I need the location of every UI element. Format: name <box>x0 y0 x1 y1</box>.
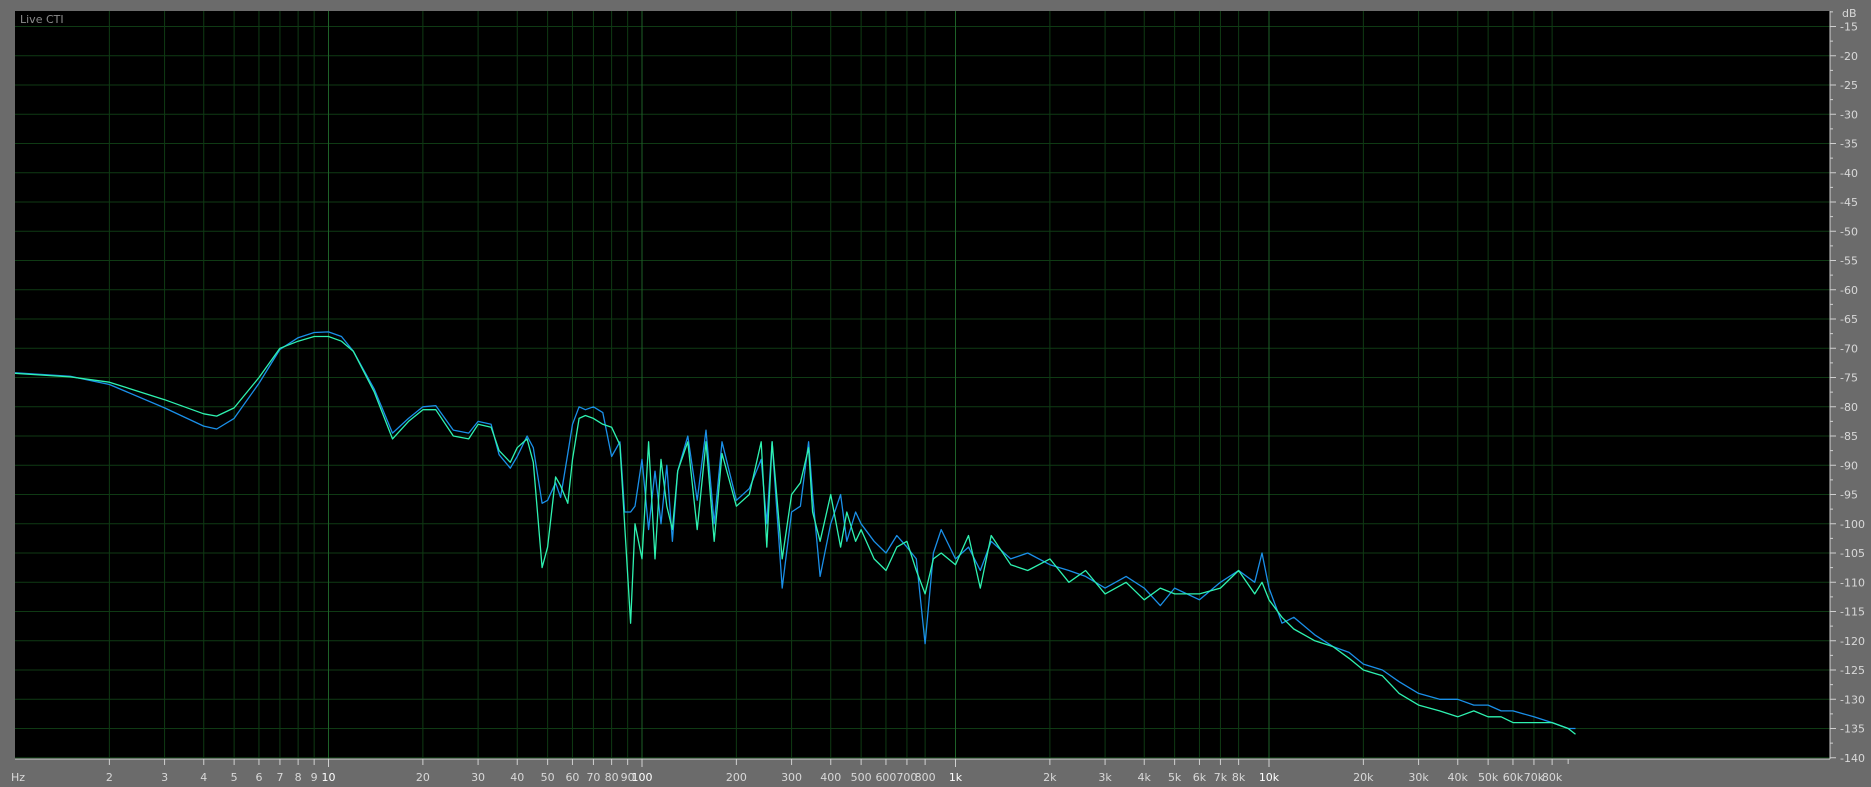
x-tick-label: 200 <box>726 771 747 784</box>
x-tick-label: 70 <box>586 771 600 784</box>
x-tick-label: 50k <box>1478 771 1499 784</box>
y-tick-label: -100 <box>1840 518 1865 531</box>
x-tick-label: 10 <box>322 771 336 784</box>
x-tick-label: 30k <box>1408 771 1429 784</box>
y-unit-label: dB <box>1842 7 1857 20</box>
x-tick-label: 4 <box>200 771 207 784</box>
y-tick-label: -80 <box>1840 401 1858 414</box>
y-tick-label: -135 <box>1840 723 1865 736</box>
x-tick-label: 500 <box>851 771 872 784</box>
y-tick-label: -15 <box>1840 21 1858 34</box>
x-tick-label: 9 <box>311 771 318 784</box>
x-tick-label: 60k <box>1503 771 1524 784</box>
x-tick-label: 30 <box>471 771 485 784</box>
mode-label: Live CTI <box>20 13 64 26</box>
y-tick-label: -60 <box>1840 284 1858 297</box>
x-tick-label: 800 <box>915 771 936 784</box>
x-tick-label: 60 <box>565 771 579 784</box>
y-tick-label: -45 <box>1840 196 1858 209</box>
x-tick-label: 80 <box>605 771 619 784</box>
x-tick-label: 20 <box>416 771 430 784</box>
x-unit-label: Hz <box>11 771 25 784</box>
x-tick-label: 10k <box>1259 771 1280 784</box>
y-tick-label: -85 <box>1840 430 1858 443</box>
x-tick-label: 4k <box>1138 771 1152 784</box>
plot-background <box>15 11 1830 759</box>
y-tick-label: -75 <box>1840 372 1858 385</box>
y-tick-label: -70 <box>1840 342 1858 355</box>
y-tick-label: -40 <box>1840 167 1858 180</box>
x-tick-label: 5 <box>231 771 238 784</box>
y-tick-label: -35 <box>1840 138 1858 151</box>
spectrum-analyzer-frame: 2 3 4 5 6 7 8 9 10 20 30 40 50 60 70 80 90 100 200 300 400 50… <box>0 0 1871 787</box>
x-tick-label: 5k <box>1168 771 1182 784</box>
x-tick-label: 80k <box>1542 771 1563 784</box>
y-tick-label: -20 <box>1840 50 1858 63</box>
x-axis-ticks: 2 3 4 5 6 7 8 9 10 20 30 40 50 60 70 80 90100 200 300 400 50… <box>106 759 1569 784</box>
x-tick-label: 300 <box>781 771 802 784</box>
x-tick-label: 3 <box>161 771 168 784</box>
y-tick-label: -25 <box>1840 79 1858 92</box>
y-tick-label: -65 <box>1840 313 1858 326</box>
x-tick-label: 8 <box>295 771 302 784</box>
y-tick-label: -30 <box>1840 108 1858 121</box>
y-tick-label: -95 <box>1840 489 1858 502</box>
x-tick-label: 6 <box>255 771 262 784</box>
x-tick-label: 600 <box>875 771 896 784</box>
x-tick-label: 40 <box>510 771 524 784</box>
x-tick-label: 6k <box>1193 771 1207 784</box>
x-tick-label: 7k <box>1214 771 1228 784</box>
y-tick-label: -120 <box>1840 635 1865 648</box>
x-tick-label: 7 <box>276 771 283 784</box>
spectrum-chart: 2 3 4 5 6 7 8 9 10 20 30 40 50 60 70 80 90100 200 300 400 50… <box>11 7 1865 784</box>
y-tick-label: -140 <box>1840 752 1865 765</box>
x-tick-label: 2 <box>106 771 113 784</box>
x-tick-label: 8k <box>1232 771 1246 784</box>
y-tick-label: -90 <box>1840 459 1858 472</box>
x-tick-label: 20k <box>1353 771 1374 784</box>
y-tick-label: -55 <box>1840 255 1858 268</box>
x-tick-label: 40k <box>1448 771 1469 784</box>
x-tick-label: 2k <box>1043 771 1057 784</box>
y-tick-label: -50 <box>1840 225 1858 238</box>
y-axis-ticks: -15 -20 -25 -30 -35 -40 -45 -50 -55 -60 -65 -70 -75 -… <box>1830 11 1865 765</box>
y-tick-label: -110 <box>1840 576 1865 589</box>
y-tick-label: -130 <box>1840 693 1865 706</box>
x-tick-label: 100 <box>632 771 653 784</box>
y-tick-label: -115 <box>1840 606 1865 619</box>
x-tick-label: 400 <box>820 771 841 784</box>
x-tick-label: 50 <box>541 771 555 784</box>
y-tick-label: -105 <box>1840 547 1865 560</box>
x-tick-label: 3k <box>1098 771 1112 784</box>
x-tick-label: 1k <box>949 771 963 784</box>
y-tick-label: -125 <box>1840 664 1865 677</box>
